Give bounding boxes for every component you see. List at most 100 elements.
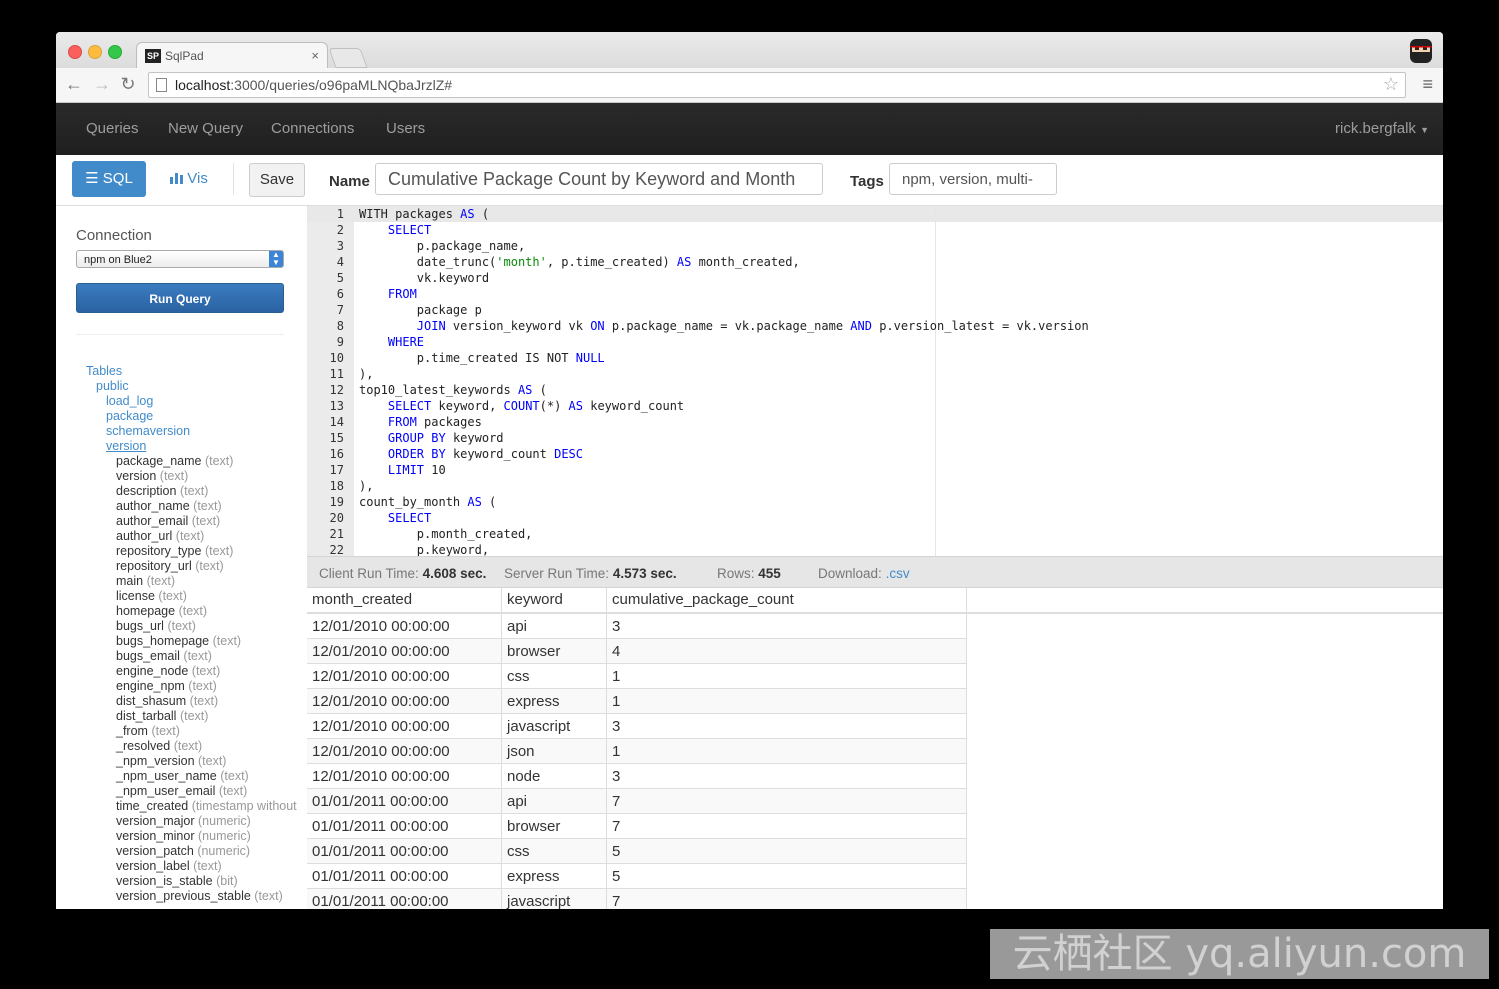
sql-editor[interactable]: 1 WITH packages AS (2 SELECT 3 p.package_n…	[307, 206, 1443, 556]
nav-queries[interactable]: Queries	[86, 120, 139, 137]
column-name: bugs_url	[116, 619, 164, 633]
tree-table-version[interactable]: version	[56, 439, 297, 454]
column-name: author_email	[116, 514, 189, 528]
column-name: _npm_user_email	[116, 784, 216, 798]
column-type: (numeric)	[198, 829, 251, 843]
forward-arrow-icon[interactable]: →	[92, 74, 112, 95]
column-divider	[606, 588, 607, 909]
sqlpad-favicon-icon: SP	[145, 49, 161, 63]
table-cell: 7	[612, 893, 621, 909]
line-number: 18	[329, 479, 344, 493]
tree-column: package_name (text)	[56, 454, 297, 469]
code-text: GROUP BY keyword	[387, 431, 504, 445]
column-type: (text)	[193, 499, 222, 513]
tags-label: Tags	[850, 173, 884, 190]
column-type: (text)	[158, 589, 187, 603]
column-name: time_created	[116, 799, 189, 813]
tree-table-load-log[interactable]: load_log	[56, 394, 297, 409]
vis-tab-button[interactable]: Vis	[152, 161, 226, 197]
tree-column: bugs_homepage (text)	[56, 634, 297, 649]
download-section: Download: .csv	[818, 566, 910, 581]
column-name: version_previous_stable	[116, 889, 251, 903]
column-type: (text)	[195, 559, 224, 573]
save-button[interactable]: Save	[249, 163, 305, 197]
column-type: (numeric)	[197, 844, 251, 858]
column-type: (timestamp without	[191, 799, 297, 813]
connection-label: Connection	[76, 227, 152, 244]
tree-column: author_name (text)	[56, 499, 297, 514]
table-row: 12/01/2010 00:00:00 node 3	[307, 764, 967, 789]
sidebar-divider	[76, 334, 284, 335]
column-name: version_is_stable	[116, 874, 213, 888]
line-number: 6	[336, 287, 344, 301]
column-header-cumulative-package-count[interactable]: cumulative_package_count	[612, 591, 794, 608]
column-type: (text)	[159, 469, 189, 483]
column-name: author_name	[116, 499, 190, 513]
column-type: (text)	[220, 769, 249, 783]
sql-tab-button[interactable]: ☰ SQL	[72, 161, 146, 197]
column-name: bugs_email	[116, 649, 180, 663]
query-name-input[interactable]	[375, 163, 823, 195]
run-query-button[interactable]: Run Query	[76, 283, 284, 313]
table-cell: 5	[612, 868, 621, 885]
column-name: engine_npm	[116, 679, 185, 693]
column-type: (text)	[178, 604, 208, 618]
bookmark-star-icon[interactable]: ☆	[1383, 74, 1399, 95]
tree-table-schemaversion[interactable]: schemaversion	[56, 424, 297, 439]
column-name: dist_shasum	[116, 694, 187, 708]
browser-tab-bar: SP SqlPad ×	[56, 32, 1443, 69]
client-run-time: Client Run Time: 4.608 sec.	[319, 566, 487, 581]
user-menu[interactable]: rick.bergfalk ▼	[1335, 120, 1429, 137]
address-bar[interactable]: localhost:3000/queries/o96paMLNQbaJrzlZ#…	[148, 72, 1406, 98]
column-type: (text)	[193, 859, 222, 873]
tree-tables[interactable]: Tables	[56, 364, 297, 379]
nav-new-query[interactable]: New Query	[168, 120, 243, 137]
results-header: month_created keyword cumulative_package…	[307, 588, 1443, 614]
table-cell: node	[507, 768, 541, 785]
column-list: package_name (text) version (text) descrip…	[56, 454, 297, 904]
back-arrow-icon[interactable]: ←	[64, 74, 84, 95]
connection-select[interactable]: npm on Blue2 ▲ ▼	[76, 250, 284, 268]
line-number: 19	[329, 495, 344, 509]
tree-column: version_previous_stable (text)	[56, 889, 297, 904]
line-number: 2	[336, 223, 344, 237]
nav-users[interactable]: Users	[386, 120, 425, 137]
tab-close-icon[interactable]: ×	[311, 48, 319, 63]
table-cell: browser	[507, 643, 561, 660]
download-csv-link[interactable]: .csv	[886, 566, 910, 581]
line-number: 13	[329, 399, 344, 413]
profile-ninja-icon[interactable]	[1407, 37, 1435, 65]
column-name: version	[116, 469, 157, 483]
maximize-window-button[interactable]	[108, 45, 122, 59]
column-type: (text)	[175, 529, 205, 543]
column-type: (text)	[179, 709, 209, 723]
tags-input[interactable]	[889, 163, 1057, 195]
code-text: ),	[359, 479, 374, 493]
column-header-month-created[interactable]: month_created	[312, 591, 412, 608]
nav-connections[interactable]: Connections	[271, 120, 354, 137]
reload-icon[interactable]: ↻	[118, 74, 138, 95]
tree-column: bugs_url (text)	[56, 619, 297, 634]
browser-window: SP SqlPad × ← → ↻ localhost:3000/queries…	[56, 32, 1443, 909]
tree-schema-public[interactable]: public	[56, 379, 297, 394]
column-type: (text)	[173, 739, 203, 753]
code-text: ORDER BY keyword_count DESC	[387, 447, 583, 461]
table-row: 12/01/2010 00:00:00 express 1	[307, 689, 967, 714]
code-text: p.package_name,	[359, 239, 526, 253]
column-header-keyword[interactable]: keyword	[507, 591, 563, 608]
table-cell: express	[507, 693, 560, 710]
line-number: 5	[336, 271, 344, 285]
table-cell: 12/01/2010 00:00:00	[312, 693, 450, 710]
tree-column: dist_tarball (text)	[56, 709, 297, 724]
browser-menu-icon[interactable]: ≡	[1422, 74, 1433, 95]
table-cell: 01/01/2011 00:00:00	[312, 843, 449, 860]
new-tab-button[interactable]	[328, 48, 368, 68]
tree-column: _from (text)	[56, 724, 297, 739]
browser-tab[interactable]: SP SqlPad ×	[136, 42, 328, 69]
minimize-window-button[interactable]	[88, 45, 102, 59]
close-window-button[interactable]	[68, 45, 82, 59]
column-type: (text)	[167, 619, 196, 633]
name-label: Name	[329, 173, 370, 190]
tree-table-package[interactable]: package	[56, 409, 297, 424]
line-number: 20	[329, 511, 344, 525]
